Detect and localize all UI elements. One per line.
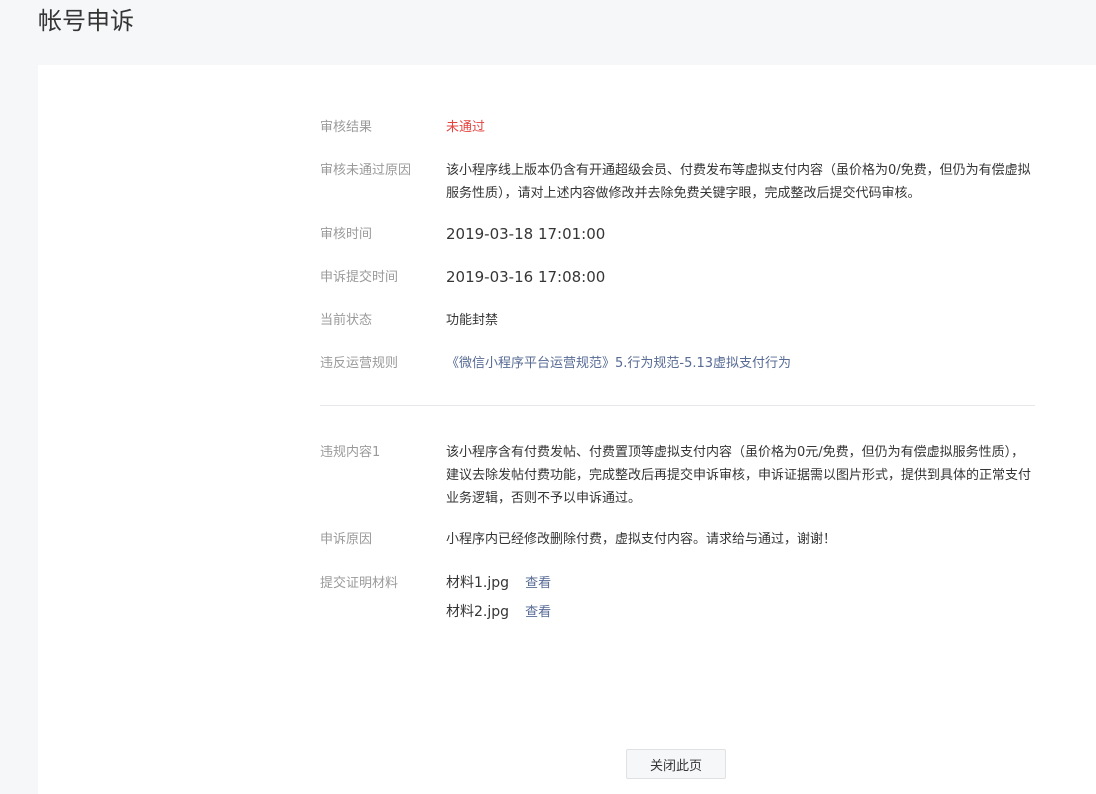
violated-rule-link[interactable]: 《微信小程序平台运营规范》5.行为规范-5.13虚拟支付行为 — [446, 356, 791, 371]
violated-rule-label: 违反运营规则 — [320, 356, 399, 371]
violation-content-label: 违规内容1 — [320, 445, 381, 460]
review-time-value: 2019-03-18 17:01:00 — [446, 225, 606, 243]
appeal-reason-label: 申诉原因 — [320, 532, 373, 547]
appeal-reason-value: 小程序内已经修改删除付费，虚拟支付内容。请求给与通过，谢谢！ — [446, 532, 837, 547]
review-result-value: 未通过 — [446, 120, 486, 135]
review-time-label: 审核时间 — [320, 227, 373, 242]
violation-content-value: 该小程序含有付费发帖、付费置顶等虚拟支付内容（虽价格为0元/免费，但仍为有偿虚拟… — [446, 445, 1032, 506]
view-material-link[interactable]: 查看 — [525, 576, 551, 591]
current-state-value: 功能封禁 — [446, 313, 499, 328]
view-material-link[interactable]: 查看 — [525, 605, 551, 620]
material-item: 材料1.jpg 查看 — [446, 572, 1035, 601]
current-state-label: 当前状态 — [320, 313, 373, 328]
review-result-label: 审核结果 — [320, 120, 373, 135]
material-file-name: 材料1.jpg — [446, 575, 510, 591]
materials-list: 材料1.jpg 查看 材料2.jpg 查看 — [446, 572, 1035, 630]
appeal-detail-panel: 审核结果 未通过 审核未通过原因 该小程序线上版本仍含有开通超级会员、付费发布等… — [38, 65, 1096, 794]
section-divider — [320, 405, 1035, 406]
material-item: 材料2.jpg 查看 — [446, 601, 1035, 630]
submit-time-label: 申诉提交时间 — [320, 270, 399, 285]
review-reason-label: 审核未通过原因 — [320, 163, 412, 178]
materials-label: 提交证明材料 — [320, 576, 399, 591]
close-page-button[interactable]: 关闭此页 — [626, 749, 726, 779]
page-title: 帐号申诉 — [38, 7, 134, 35]
review-reason-value: 该小程序线上版本仍含有开通超级会员、付费发布等虚拟支付内容（虽价格为0/免费，但… — [446, 163, 1031, 201]
material-file-name: 材料2.jpg — [446, 604, 510, 620]
submit-time-value: 2019-03-16 17:08:00 — [446, 268, 606, 286]
